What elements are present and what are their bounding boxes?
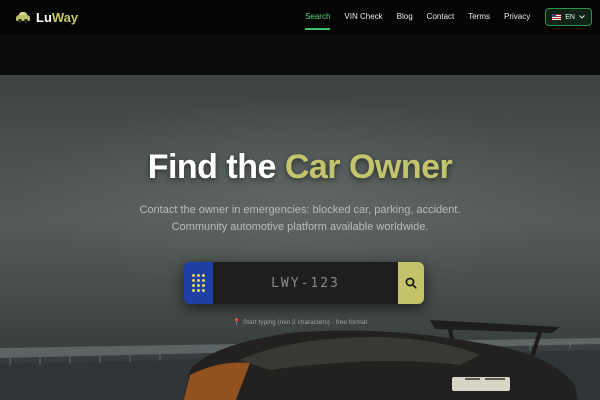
nav-link-privacy[interactable]: Privacy: [497, 7, 537, 27]
language-label: EN: [565, 13, 575, 21]
hero-section: [0, 75, 600, 400]
main-menu: Search VIN Check Blog Contact Terms Priv…: [298, 7, 592, 30]
sports-car-image: [183, 320, 578, 400]
language-selector[interactable]: EN: [545, 8, 592, 26]
plate-search-box: [184, 262, 424, 304]
hero-subtitle: Contact the owner in emergencies: blocke…: [0, 202, 600, 236]
eu-stars-icon: [184, 262, 213, 304]
nav-link-search[interactable]: Search: [298, 7, 337, 30]
hero-title: Find the Car Owner: [147, 148, 453, 186]
nav-link-terms[interactable]: Terms: [461, 7, 497, 27]
search-hint: 📍 Start typing (min 2 characters) - free …: [232, 319, 368, 326]
top-navbar: LuWay Search VIN Check Blog Contact Term…: [0, 0, 600, 34]
hero-subtitle-line-1: Contact the owner in emergencies: blocke…: [139, 204, 461, 216]
nav-link-vin-check[interactable]: VIN Check: [337, 7, 389, 27]
search-icon: [405, 277, 417, 289]
pin-icon: 📍: [232, 319, 241, 326]
nav-link-contact[interactable]: Contact: [420, 7, 462, 27]
nav-link-blog[interactable]: Blog: [390, 7, 420, 27]
secondary-bar: [0, 34, 600, 75]
plate-search-input[interactable]: [213, 262, 398, 304]
car-icon: [16, 12, 30, 23]
brand-name: LuWay: [36, 9, 79, 25]
brand-logo[interactable]: LuWay: [16, 10, 78, 25]
chevron-down-icon: [579, 15, 585, 19]
us-flag-icon: [552, 14, 562, 20]
hero-subtitle-line-2: Community automotive platform available …: [171, 221, 429, 233]
search-button[interactable]: [398, 262, 424, 304]
